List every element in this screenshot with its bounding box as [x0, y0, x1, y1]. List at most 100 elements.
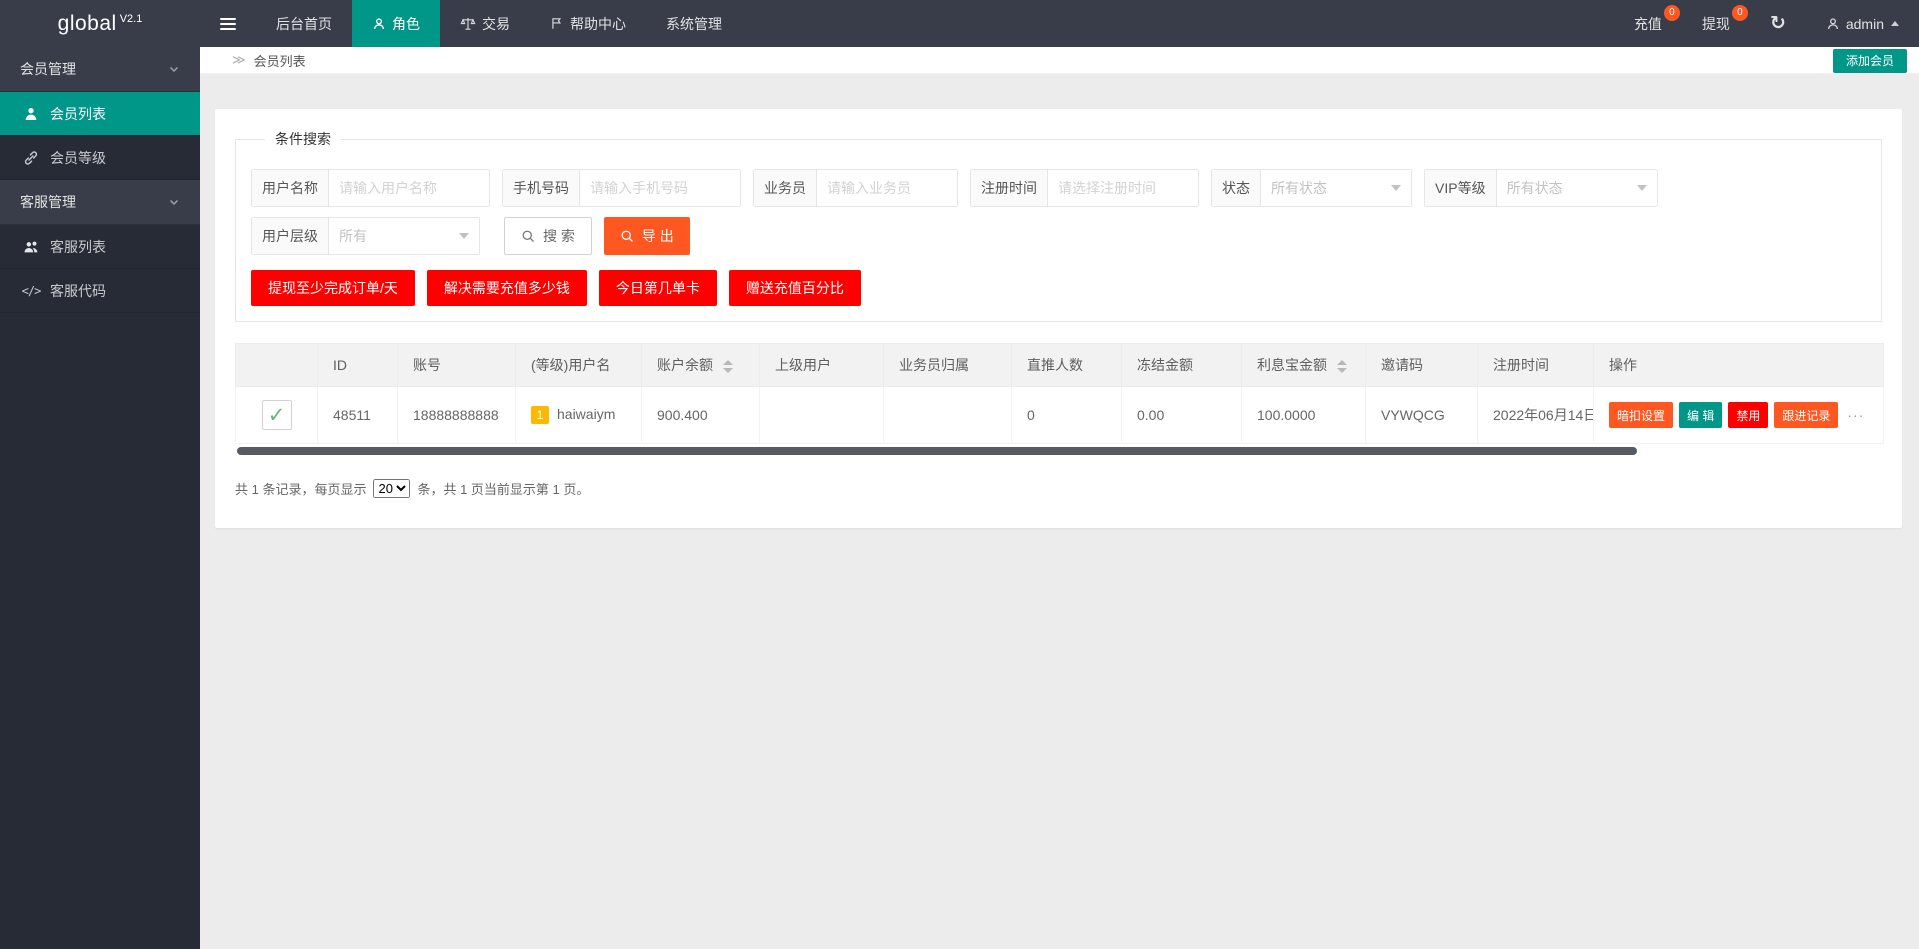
edit-button[interactable]: 编 辑 — [1679, 402, 1723, 428]
pagination-suffix: 条，共 1 页当前显示第 1 页。 — [417, 482, 590, 497]
field-label: 用户名称 — [252, 170, 329, 206]
row-checkbox[interactable]: ✓ — [261, 400, 292, 430]
withdraw-label: 提现 — [1701, 15, 1730, 32]
recharge-button[interactable]: 充值 0 — [1614, 0, 1682, 47]
export-button-label: 导 出 — [641, 228, 674, 244]
nav-item-dashboard[interactable]: 后台首页 — [256, 0, 352, 47]
follow-up-records-button[interactable]: 跟进记录 — [1774, 402, 1839, 428]
col-frozen: 冻结金额 — [1121, 343, 1242, 387]
salesman-input[interactable] — [817, 170, 957, 206]
flag-icon — [550, 16, 564, 31]
search-button-label: 搜 索 — [543, 228, 575, 244]
cell-actions: 暗扣设置 编 辑 禁用 跟进记录 ··· — [1593, 386, 1884, 444]
field-label: 注册时间 — [971, 170, 1048, 206]
col-username: (等级)用户名 — [515, 343, 642, 387]
username-input[interactable] — [329, 170, 489, 206]
withdraw-min-orders-button[interactable]: 提现至少完成订单/天 — [251, 270, 415, 306]
sidebar-item-member-list[interactable]: 会员列表 — [0, 92, 200, 136]
hidden-deduct-settings-button[interactable]: 暗扣设置 — [1609, 402, 1674, 428]
register-time-input[interactable] — [1048, 170, 1198, 206]
person-icon — [372, 17, 386, 31]
col-label: 利息宝金额 — [1257, 357, 1327, 373]
sidebar-item-service-list[interactable]: 客服列表 — [0, 225, 200, 269]
nav-item-label: 帮助中心 — [570, 15, 626, 32]
col-id: ID — [317, 343, 398, 387]
cell-account: 18888888888 — [397, 386, 516, 444]
col-register-time: 注册时间 — [1477, 343, 1594, 387]
sidebar-group-label: 客服管理 — [20, 193, 76, 210]
main-area: ≫ 会员列表 添加会员 条件搜索 用户名称 手机号码 业务员 — [200, 0, 1919, 545]
recharge-label: 充值 — [1633, 15, 1662, 32]
cell-register-time: 2022年06月14日 0 — [1477, 386, 1594, 444]
sort-icon[interactable] — [722, 359, 733, 373]
sidebar-item-label: 会员等级 — [50, 149, 106, 166]
gift-recharge-percent-button[interactable]: 赠送充值百分比 — [728, 270, 861, 306]
col-agent: 业务员归属 — [883, 343, 1012, 387]
col-account: 账号 — [397, 343, 516, 387]
sidebar-group-service-management[interactable]: 客服管理 — [0, 180, 200, 225]
col-interest[interactable]: 利息宝金额 — [1241, 343, 1366, 387]
user-icon — [1826, 17, 1840, 31]
today-nth-order-button[interactable]: 今日第几单卡 — [598, 270, 717, 306]
export-button[interactable]: 导 出 — [603, 217, 690, 255]
search-row-2: 用户层级 所有 搜 索 导 出 — [251, 217, 1866, 255]
status-select[interactable]: 所有状态 — [1261, 170, 1411, 206]
cell-balance: 900.400 — [641, 386, 760, 444]
breadcrumb-current: 会员列表 — [253, 53, 306, 69]
sidebar-item-service-code[interactable]: </> 客服代码 — [0, 269, 200, 313]
field-salesman: 业务员 — [753, 169, 958, 207]
cell-direct-count: 0 — [1011, 386, 1122, 444]
field-register-time: 注册时间 — [970, 169, 1199, 207]
more-actions-icon[interactable]: ··· — [1847, 407, 1864, 423]
member-table-wrap: ID 账号 (等级)用户名 账户余额 上级用户 业务员归属 直推人数 冻结金额 — [235, 343, 1884, 455]
caret-down-icon — [1636, 185, 1647, 191]
caret-down-icon — [459, 233, 469, 239]
navbar-left: 后台首页 角色 交易 帮助中心 系统管理 — [200, 0, 742, 47]
table-header-row: ID 账号 (等级)用户名 账户余额 上级用户 业务员归属 直推人数 冻结金额 — [235, 343, 1884, 387]
search-fieldset: 条件搜索 用户名称 手机号码 业务员 注册时间 — [235, 129, 1882, 322]
logo-version: V2.1 — [119, 12, 143, 25]
col-balance[interactable]: 账户余额 — [641, 343, 760, 387]
top-navbar: 后台首页 角色 交易 帮助中心 系统管理 充值 0 提现 0 ↻ admin — [200, 0, 1919, 47]
search-button[interactable]: 搜 索 — [504, 217, 592, 255]
user-menu[interactable]: admin — [1806, 0, 1919, 47]
nav-item-roles[interactable]: 角色 — [352, 0, 440, 47]
navbar-right: 充值 0 提现 0 ↻ admin — [1614, 0, 1919, 47]
menu-toggle-button[interactable] — [200, 0, 256, 47]
solve-recharge-amount-button[interactable]: 解决需要充值多少钱 — [426, 270, 587, 306]
pagination-prefix: 共 1 条记录，每页显示 — [235, 482, 367, 497]
field-vip-level: VIP等级 所有状态 — [1424, 169, 1658, 207]
field-label: VIP等级 — [1425, 170, 1497, 206]
breadcrumb: ≫ 会员列表 添加会员 — [200, 47, 1919, 74]
sidebar-item-member-level[interactable]: 会员等级 — [0, 136, 200, 180]
vip-level-select-value: 所有状态 — [1506, 180, 1563, 196]
sort-icon[interactable] — [1336, 359, 1347, 373]
phone-input[interactable] — [580, 170, 740, 206]
add-member-button[interactable]: 添加会员 — [1832, 49, 1907, 73]
vip-level-select[interactable]: 所有状态 — [1497, 170, 1657, 206]
field-label: 状态 — [1212, 170, 1261, 206]
username-text: haiwaiym — [557, 405, 616, 422]
withdraw-button[interactable]: 提现 0 — [1682, 0, 1750, 47]
member-list-card: 条件搜索 用户名称 手机号码 业务员 注册时间 — [215, 109, 1902, 528]
nav-item-transactions[interactable]: 交易 — [440, 0, 530, 47]
refresh-button[interactable]: ↻ — [1750, 0, 1806, 47]
nav-item-label: 角色 — [392, 15, 420, 32]
pagination: 共 1 条记录，每页显示 20 条，共 1 页当前显示第 1 页。 — [235, 479, 1882, 498]
sidebar-group-member-management[interactable]: 会员管理 — [0, 47, 200, 92]
horizontal-scrollbar-track — [235, 447, 1882, 455]
nav-item-system-management[interactable]: 系统管理 — [646, 0, 742, 47]
cell-invite-code: VYWQCG — [1365, 386, 1478, 444]
nav-item-label: 交易 — [482, 15, 510, 32]
disable-button[interactable]: 禁用 — [1728, 402, 1769, 428]
search-legend: 条件搜索 — [275, 131, 331, 147]
content-area: 条件搜索 用户名称 手机号码 业务员 注册时间 — [200, 74, 1919, 545]
sidebar-item-label: 客服代码 — [50, 282, 106, 299]
horizontal-scrollbar-thumb[interactable] — [237, 447, 1637, 455]
user-layer-select[interactable]: 所有 — [329, 218, 479, 254]
select-all-header — [235, 343, 318, 387]
nav-item-help-center[interactable]: 帮助中心 — [530, 0, 646, 47]
page-size-select[interactable]: 20 — [373, 479, 411, 498]
checkbox-cell: ✓ — [235, 386, 318, 444]
sidebar-item-label: 客服列表 — [50, 238, 106, 255]
